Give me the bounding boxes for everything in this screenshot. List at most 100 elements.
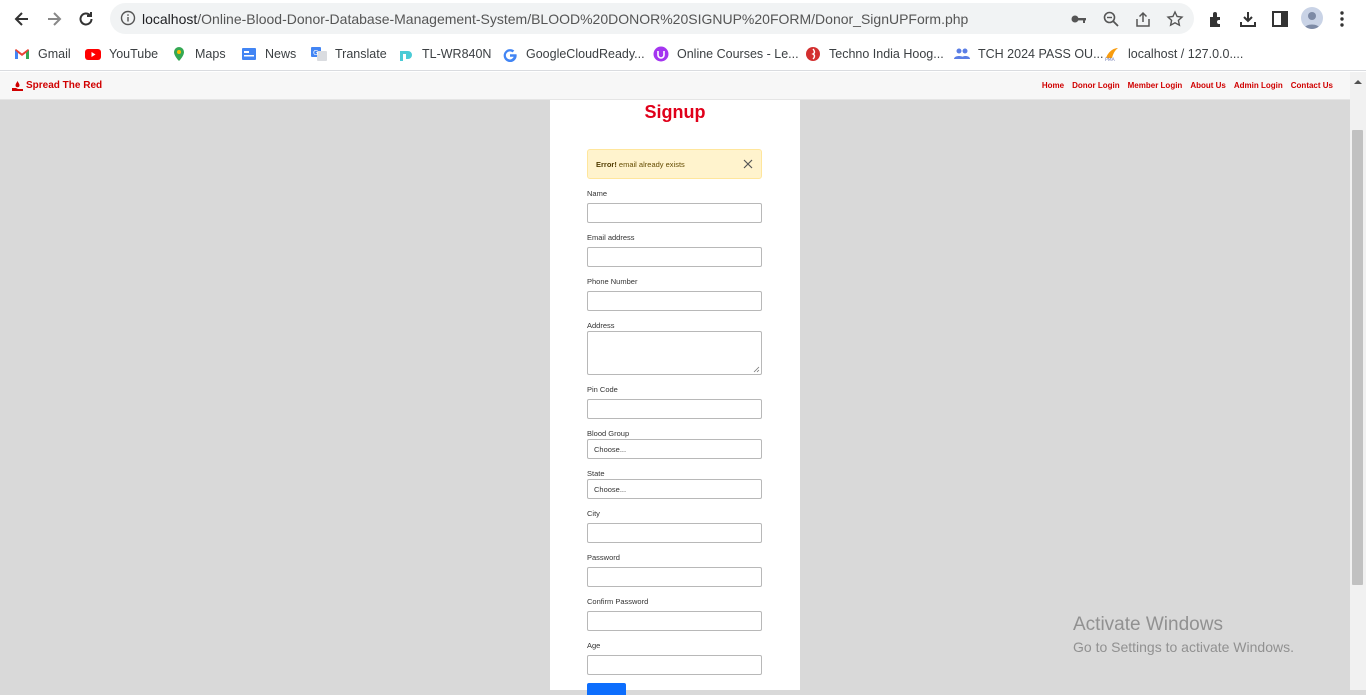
arrow-left-icon bbox=[14, 12, 28, 26]
watermark-subtitle: Go to Settings to activate Windows. bbox=[1073, 639, 1294, 655]
close-icon[interactable] bbox=[743, 159, 753, 169]
phone-label: Phone Number bbox=[587, 277, 638, 286]
scroll-up-icon[interactable] bbox=[1354, 78, 1362, 86]
bookmark-translate[interactable]: G Translate bbox=[311, 45, 387, 63]
phone-input[interactable] bbox=[587, 291, 762, 311]
windows-watermark: Activate Windows Go to Settings to activ… bbox=[1073, 614, 1294, 655]
scrollbar[interactable] bbox=[1350, 72, 1366, 690]
blood-donor-icon bbox=[12, 80, 23, 91]
star-icon[interactable] bbox=[1166, 10, 1184, 28]
url-host: localhost bbox=[142, 11, 198, 27]
bookmark-tplink[interactable]: TL-WR840N bbox=[398, 45, 491, 63]
bookmark-news[interactable]: News bbox=[241, 45, 296, 63]
password-label: Password bbox=[587, 553, 620, 562]
forward-button[interactable] bbox=[42, 7, 66, 31]
menu-dots-icon[interactable] bbox=[1332, 9, 1352, 29]
scroll-thumb[interactable] bbox=[1352, 130, 1363, 585]
resize-handle-icon[interactable] bbox=[753, 366, 760, 373]
city-label: City bbox=[587, 509, 600, 518]
bookmark-label: Translate bbox=[335, 47, 387, 61]
bookmarks-bar: Gmail YouTube Maps News G Translate TL-W… bbox=[0, 37, 1366, 71]
bookmark-label: TCH 2024 PASS OU... bbox=[978, 47, 1104, 61]
reload-button[interactable] bbox=[74, 7, 98, 31]
bookmark-gmail[interactable]: Gmail bbox=[14, 45, 71, 63]
age-input[interactable] bbox=[587, 655, 762, 675]
nav-about-us[interactable]: About Us bbox=[1190, 81, 1226, 90]
url-path: /Online-Blood-Donor-Database-Management-… bbox=[197, 11, 969, 27]
error-alert: Error! email already exists bbox=[587, 149, 762, 179]
news-icon bbox=[242, 48, 256, 60]
state-select[interactable]: Choose... bbox=[587, 479, 762, 499]
name-label: Name bbox=[587, 189, 608, 198]
udemy-icon bbox=[653, 46, 669, 62]
state-label: State bbox=[587, 469, 605, 478]
alert-strong: Error! bbox=[596, 160, 617, 169]
profile-avatar[interactable] bbox=[1301, 7, 1323, 29]
zoom-icon[interactable] bbox=[1102, 10, 1120, 28]
address-label: Address bbox=[587, 321, 615, 330]
password-input[interactable] bbox=[587, 567, 762, 587]
svg-text:G: G bbox=[313, 49, 318, 57]
tplink-icon bbox=[400, 51, 412, 61]
browser-chrome: localhost/Online-Blood-Donor-Database-Ma… bbox=[0, 0, 1366, 72]
techno-icon bbox=[806, 47, 820, 61]
youtube-icon bbox=[85, 49, 101, 60]
nav-member-login[interactable]: Member Login bbox=[1128, 81, 1183, 90]
confirm-password-input[interactable] bbox=[587, 611, 762, 631]
bookmark-tch-2024[interactable]: TCH 2024 PASS OU... bbox=[954, 45, 1104, 63]
bookmark-youtube[interactable]: YouTube bbox=[85, 45, 158, 63]
bookmark-online-courses[interactable]: Online Courses - Le... bbox=[653, 45, 799, 63]
bookmark-techno-india[interactable]: Techno India Hoog... bbox=[805, 45, 944, 63]
nav-contact-us[interactable]: Contact Us bbox=[1291, 81, 1333, 90]
blood-group-label: Blood Group bbox=[587, 429, 630, 438]
nav-donor-login[interactable]: Donor Login bbox=[1072, 81, 1120, 90]
url-text[interactable]: localhost/Online-Blood-Donor-Database-Ma… bbox=[142, 11, 968, 27]
alert-message: email already exists bbox=[616, 160, 685, 169]
address-bar[interactable]: localhost/Online-Blood-Donor-Database-Ma… bbox=[110, 3, 1194, 34]
email-input[interactable] bbox=[587, 247, 762, 267]
maps-icon bbox=[174, 47, 184, 61]
svg-text:PMA: PMA bbox=[1105, 57, 1116, 62]
bookmark-label: Online Courses - Le... bbox=[677, 47, 799, 61]
nav-links: Home Donor Login Member Login About Us A… bbox=[1042, 81, 1333, 90]
reload-icon bbox=[79, 12, 93, 26]
side-panel-icon[interactable] bbox=[1270, 9, 1290, 29]
pin-input[interactable] bbox=[587, 399, 762, 419]
info-icon[interactable] bbox=[120, 10, 136, 26]
brand-link[interactable]: Spread The Red bbox=[12, 80, 102, 91]
site-navbar: Spread The Red Home Donor Login Member L… bbox=[0, 72, 1350, 100]
age-label: Age bbox=[587, 641, 601, 650]
nav-admin-login[interactable]: Admin Login bbox=[1234, 81, 1283, 90]
name-input[interactable] bbox=[587, 203, 762, 223]
bookmark-label: News bbox=[265, 47, 297, 61]
signup-card: Signup Error! email already exists Name … bbox=[550, 100, 800, 695]
blood-group-select[interactable]: Choose... bbox=[587, 439, 762, 459]
phpmyadmin-icon: PMA bbox=[1105, 48, 1118, 62]
group-icon bbox=[954, 48, 970, 59]
arrow-right-icon bbox=[48, 12, 62, 26]
translate-icon: G bbox=[311, 47, 327, 61]
key-icon[interactable] bbox=[1070, 10, 1088, 28]
nav-home[interactable]: Home bbox=[1042, 81, 1064, 90]
extensions-icon[interactable] bbox=[1206, 9, 1226, 29]
download-icon[interactable] bbox=[1238, 9, 1258, 29]
bookmark-maps[interactable]: Maps bbox=[171, 45, 226, 63]
bookmark-phpmyadmin[interactable]: PMA localhost / 127.0.0.... bbox=[1104, 45, 1243, 63]
confirm-password-label: Confirm Password bbox=[587, 597, 649, 606]
share-icon[interactable] bbox=[1134, 10, 1152, 28]
email-label: Email address bbox=[587, 233, 635, 242]
address-textarea[interactable] bbox=[587, 331, 762, 375]
bookmark-google[interactable]: GoogleCloudReady... bbox=[502, 45, 645, 63]
back-button[interactable] bbox=[10, 7, 34, 31]
watermark-title: Activate Windows bbox=[1073, 614, 1223, 635]
submit-button[interactable] bbox=[587, 683, 626, 695]
gmail-icon bbox=[15, 49, 29, 59]
browser-toolbar: localhost/Online-Blood-Donor-Database-Ma… bbox=[0, 0, 1366, 37]
google-icon bbox=[503, 49, 517, 62]
brand-name: Spread The Red bbox=[26, 80, 103, 91]
city-input[interactable] bbox=[587, 523, 762, 543]
bookmark-label: Techno India Hoog... bbox=[829, 47, 944, 61]
bookmark-label: Gmail bbox=[38, 47, 71, 61]
bookmark-label: TL-WR840N bbox=[422, 47, 492, 61]
page-title: Signup bbox=[644, 102, 706, 122]
